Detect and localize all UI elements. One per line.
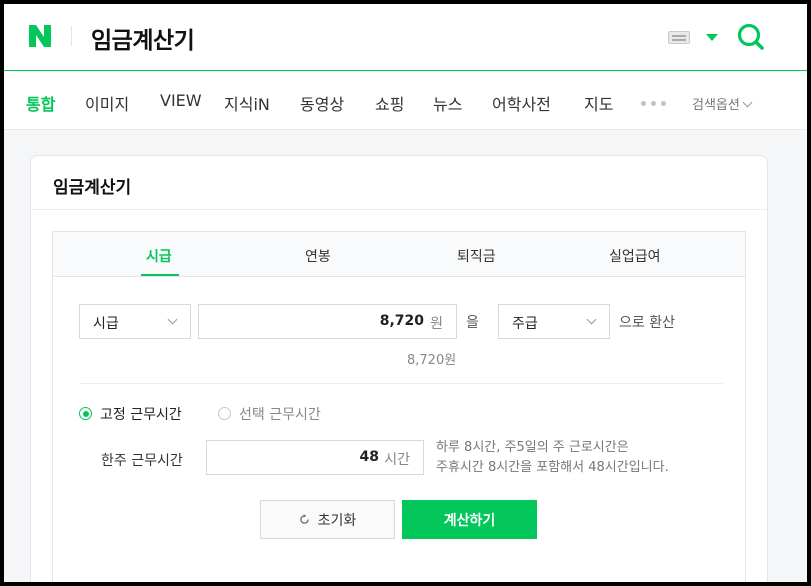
search-options-label: 검색옵션 <box>692 98 740 113</box>
tab-hourly[interactable]: 시급 <box>146 246 172 266</box>
calculator-panel: 시급 연봉 퇴직금 실업급여 시급 8,720 원 을 주급 으로 환산 8,7… <box>52 231 746 582</box>
tab-severance[interactable]: 퇴직금 <box>457 246 496 266</box>
weekly-hours-label: 한주 근무시간 <box>101 453 183 469</box>
wage-calculator-card: 임금계산기 시급 연봉 퇴직금 실업급여 시급 8,720 원 을 주급 으로 … <box>30 155 768 582</box>
reset-button[interactable]: 초기화 <box>260 500 395 539</box>
particle-label: 을 <box>466 315 479 331</box>
convert-suffix-label: 으로 환산 <box>619 315 675 331</box>
refresh-icon <box>299 514 309 524</box>
tab-news[interactable]: 뉴스 <box>433 91 462 115</box>
from-unit-value: 시급 <box>93 316 119 332</box>
search-options-button[interactable]: 검색옵션 <box>692 94 753 113</box>
selective-hours-radio[interactable] <box>218 407 231 420</box>
calculate-label: 계산하기 <box>443 512 496 529</box>
fixed-hours-label[interactable]: 고정 근무시간 <box>100 404 182 424</box>
logo-divider <box>71 26 72 46</box>
active-tab-indicator <box>141 274 179 276</box>
search-query[interactable]: 임금계산기 <box>91 21 195 55</box>
amount-input[interactable]: 8,720 원 <box>198 304 457 339</box>
to-unit-select[interactable]: 주급 <box>498 304 610 339</box>
weekly-hours-unit: 시간 <box>384 452 410 468</box>
fixed-hours-radio[interactable] <box>79 407 92 420</box>
category-tabs: 통합 이미지 VIEW 지식iN 동영상 쇼핑 뉴스 어학사전 지도 검색옵션 <box>4 72 807 130</box>
to-unit-value: 주급 <box>512 316 538 332</box>
tab-dictionary[interactable]: 어학사전 <box>492 91 551 115</box>
card-title: 임금계산기 <box>53 178 132 198</box>
dropdown-caret-icon[interactable] <box>706 34 718 41</box>
calculate-button[interactable]: 계산하기 <box>402 500 537 539</box>
hours-description-line1: 하루 8시간, 주5일의 주 근로시간은 <box>436 440 629 455</box>
search-header: 임금계산기 <box>4 4 807 71</box>
weekly-hours-input[interactable]: 48 시간 <box>206 440 424 475</box>
search-icon[interactable] <box>736 22 766 52</box>
section-divider <box>79 383 723 384</box>
tab-video[interactable]: 동영상 <box>300 91 344 115</box>
more-tabs-icon[interactable] <box>641 101 666 106</box>
tab-integrated[interactable]: 통합 <box>26 91 55 115</box>
tab-images[interactable]: 이미지 <box>85 91 129 115</box>
amount-unit: 원 <box>430 316 443 332</box>
tab-map[interactable]: 지도 <box>584 91 613 115</box>
browser-frame: 임금계산기 통합 이미지 VIEW 지식iN 동영상 쇼핑 뉴스 어학사전 지도… <box>4 4 807 582</box>
amount-value: 8,720 <box>379 313 424 329</box>
hours-description-line2: 주휴시간 8시간을 포함해서 48시간입니다. <box>436 460 669 475</box>
chevron-down-icon <box>586 314 597 325</box>
tab-shopping[interactable]: 쇼핑 <box>375 91 404 115</box>
amount-hint: 8,720원 <box>407 353 457 368</box>
naver-logo[interactable] <box>26 22 54 50</box>
reset-label: 초기화 <box>317 512 357 529</box>
chevron-down-icon <box>167 314 178 325</box>
card-divider <box>31 209 767 210</box>
weekly-hours-value: 48 <box>359 449 379 465</box>
from-unit-select[interactable]: 시급 <box>79 304 191 339</box>
tab-unemployment[interactable]: 실업급여 <box>609 246 661 266</box>
tab-view[interactable]: VIEW <box>160 91 202 110</box>
chevron-down-icon <box>742 97 753 108</box>
tab-annual-salary[interactable]: 연봉 <box>305 246 331 266</box>
tab-kin[interactable]: 지식iN <box>224 91 270 115</box>
calculator-tabs: 시급 연봉 퇴직금 실업급여 <box>53 232 745 277</box>
keyboard-icon[interactable] <box>668 31 690 44</box>
selective-hours-label[interactable]: 선택 근무시간 <box>239 404 321 424</box>
